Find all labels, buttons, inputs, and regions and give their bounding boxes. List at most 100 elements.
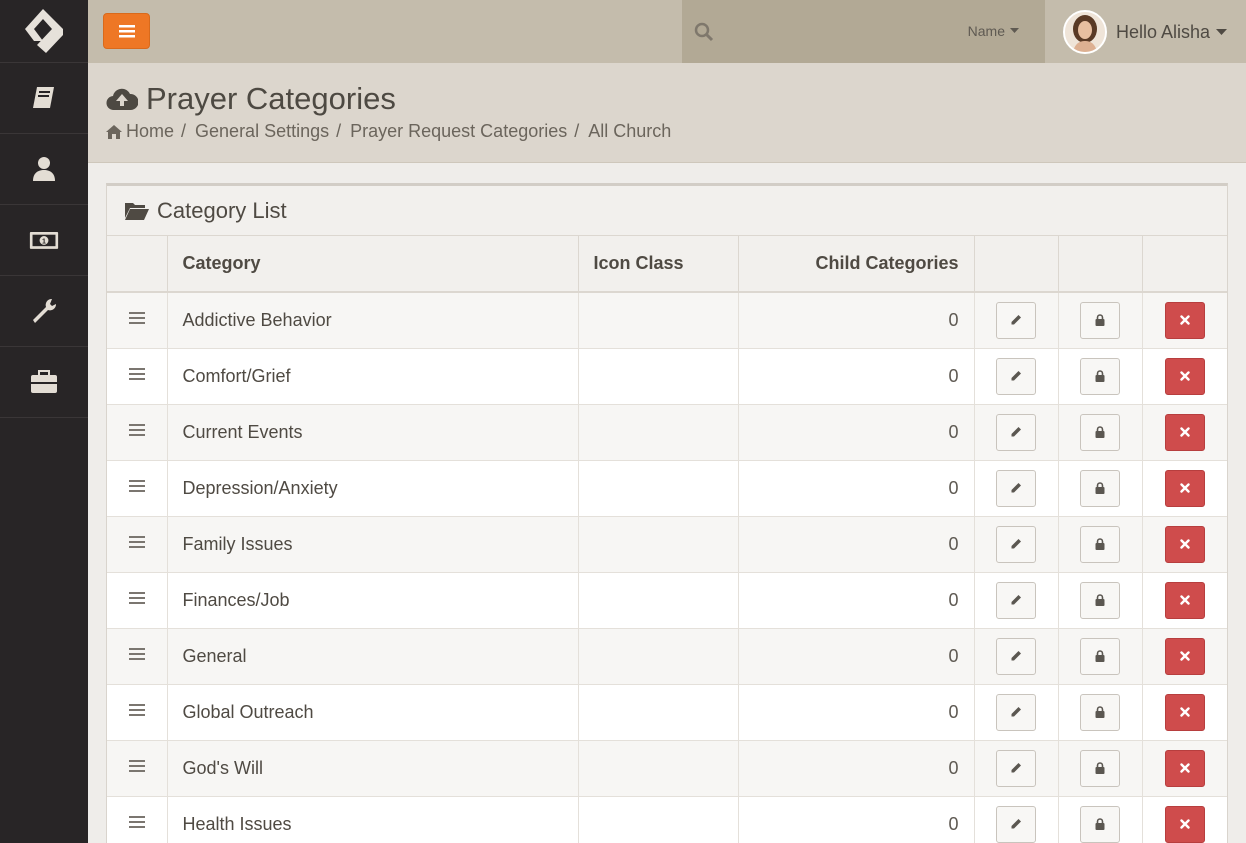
security-button[interactable] [1080, 749, 1120, 787]
drag-handle-icon[interactable] [128, 645, 145, 663]
drag-handle-icon[interactable] [128, 701, 145, 719]
child-categories-count: 0 [738, 292, 975, 349]
security-button[interactable] [1080, 693, 1120, 731]
table-row[interactable]: Current Events 0 [107, 404, 1227, 461]
edit-button[interactable] [996, 525, 1036, 563]
breadcrumb-general-settings[interactable]: General Settings [195, 121, 329, 142]
lock-icon [1095, 650, 1105, 662]
child-categories-count: 0 [738, 628, 975, 685]
drag-cell[interactable] [107, 796, 168, 843]
edit-button[interactable] [996, 301, 1036, 339]
edit-button[interactable] [996, 413, 1036, 451]
delete-button[interactable] [1164, 805, 1205, 843]
table-row[interactable]: Health Issues 0 [107, 796, 1227, 843]
edit-button[interactable] [996, 637, 1036, 675]
icon-class [578, 292, 739, 349]
drag-cell[interactable] [107, 292, 168, 349]
delete-cell [1142, 740, 1227, 797]
table-row[interactable]: Finances/Job 0 [107, 572, 1227, 629]
icon-class [578, 460, 739, 517]
table-row[interactable]: Global Outreach 0 [107, 684, 1227, 741]
delete-button[interactable] [1164, 581, 1205, 619]
drag-handle-icon[interactable] [128, 589, 145, 607]
table-row[interactable]: Depression/Anxiety 0 [107, 460, 1227, 517]
drag-cell[interactable] [107, 740, 168, 797]
security-button[interactable] [1080, 637, 1120, 675]
delete-button[interactable] [1164, 357, 1205, 395]
close-icon [1180, 651, 1190, 661]
header-category[interactable]: Category [167, 236, 579, 293]
drag-cell[interactable] [107, 348, 168, 405]
security-button[interactable] [1080, 301, 1120, 339]
security-button[interactable] [1080, 525, 1120, 563]
search-bar[interactable]: Name [682, 0, 1045, 63]
page-header: Prayer Categories Home / General Setting… [88, 63, 1246, 163]
drag-cell[interactable] [107, 516, 168, 573]
header-icon-class[interactable]: Icon Class [578, 236, 739, 293]
lock-icon [1095, 762, 1105, 774]
drag-cell[interactable] [107, 684, 168, 741]
security-button[interactable] [1080, 469, 1120, 507]
nav-item-admin[interactable] [0, 347, 88, 418]
edit-button[interactable] [996, 805, 1036, 843]
security-cell [1058, 404, 1143, 461]
delete-button[interactable] [1164, 693, 1205, 731]
security-button[interactable] [1080, 581, 1120, 619]
breadcrumb-home[interactable]: Home [126, 121, 174, 142]
nav-item-book[interactable] [0, 63, 88, 134]
security-cell [1058, 292, 1143, 349]
icon-class [578, 740, 739, 797]
security-button[interactable] [1080, 357, 1120, 395]
breadcrumb-separator: / [181, 121, 187, 141]
delete-button[interactable] [1164, 525, 1205, 563]
rock-logo[interactable] [0, 0, 88, 63]
nav-item-finance[interactable]: 1 [0, 205, 88, 276]
edit-button[interactable] [996, 581, 1036, 619]
edit-cell [974, 628, 1059, 685]
search-filter-dropdown[interactable]: Name [968, 23, 1019, 39]
drag-cell[interactable] [107, 460, 168, 517]
table-row[interactable]: God's Will 0 [107, 740, 1227, 797]
nav-item-people[interactable] [0, 134, 88, 205]
table-row[interactable]: Family Issues 0 [107, 516, 1227, 573]
menu-toggle-button[interactable] [103, 13, 150, 49]
edit-cell [974, 516, 1059, 573]
edit-button[interactable] [996, 693, 1036, 731]
drag-cell[interactable] [107, 404, 168, 461]
breadcrumb-all-church[interactable]: All Church [588, 121, 671, 142]
nav-item-tools[interactable] [0, 276, 88, 347]
delete-button[interactable] [1164, 637, 1205, 675]
edit-cell [974, 292, 1059, 349]
table-row[interactable]: Addictive Behavior 0 [107, 292, 1227, 349]
pencil-icon [1011, 315, 1021, 325]
drag-handle-icon[interactable] [128, 477, 145, 495]
lock-icon [1095, 538, 1105, 550]
drag-handle-icon[interactable] [128, 813, 145, 831]
drag-handle-icon[interactable] [128, 533, 145, 551]
category-name: Finances/Job [167, 572, 579, 629]
delete-button[interactable] [1164, 749, 1205, 787]
page-title: Prayer Categories [106, 81, 396, 117]
delete-button[interactable] [1164, 301, 1205, 339]
drag-cell[interactable] [107, 572, 168, 629]
drag-cell[interactable] [107, 628, 168, 685]
table-row[interactable]: General 0 [107, 628, 1227, 685]
edit-button[interactable] [996, 749, 1036, 787]
drag-handle-icon[interactable] [128, 421, 145, 439]
drag-handle-icon[interactable] [128, 365, 145, 383]
table-row[interactable]: Comfort/Grief 0 [107, 348, 1227, 405]
edit-button[interactable] [996, 469, 1036, 507]
edit-cell [974, 796, 1059, 843]
user-menu[interactable]: Hello Alisha [1063, 10, 1228, 54]
breadcrumb-prayer-request-categories[interactable]: Prayer Request Categories [350, 121, 567, 142]
security-button[interactable] [1080, 805, 1120, 843]
drag-handle-icon[interactable] [128, 309, 145, 327]
delete-button[interactable] [1164, 413, 1205, 451]
drag-handle-icon[interactable] [128, 757, 145, 775]
category-list-panel: Category List Category Icon Class Child … [106, 183, 1228, 843]
security-button[interactable] [1080, 413, 1120, 451]
edit-button[interactable] [996, 357, 1036, 395]
header-security [1058, 236, 1143, 293]
delete-button[interactable] [1164, 469, 1205, 507]
header-child-categories[interactable]: Child Categories [738, 236, 975, 293]
